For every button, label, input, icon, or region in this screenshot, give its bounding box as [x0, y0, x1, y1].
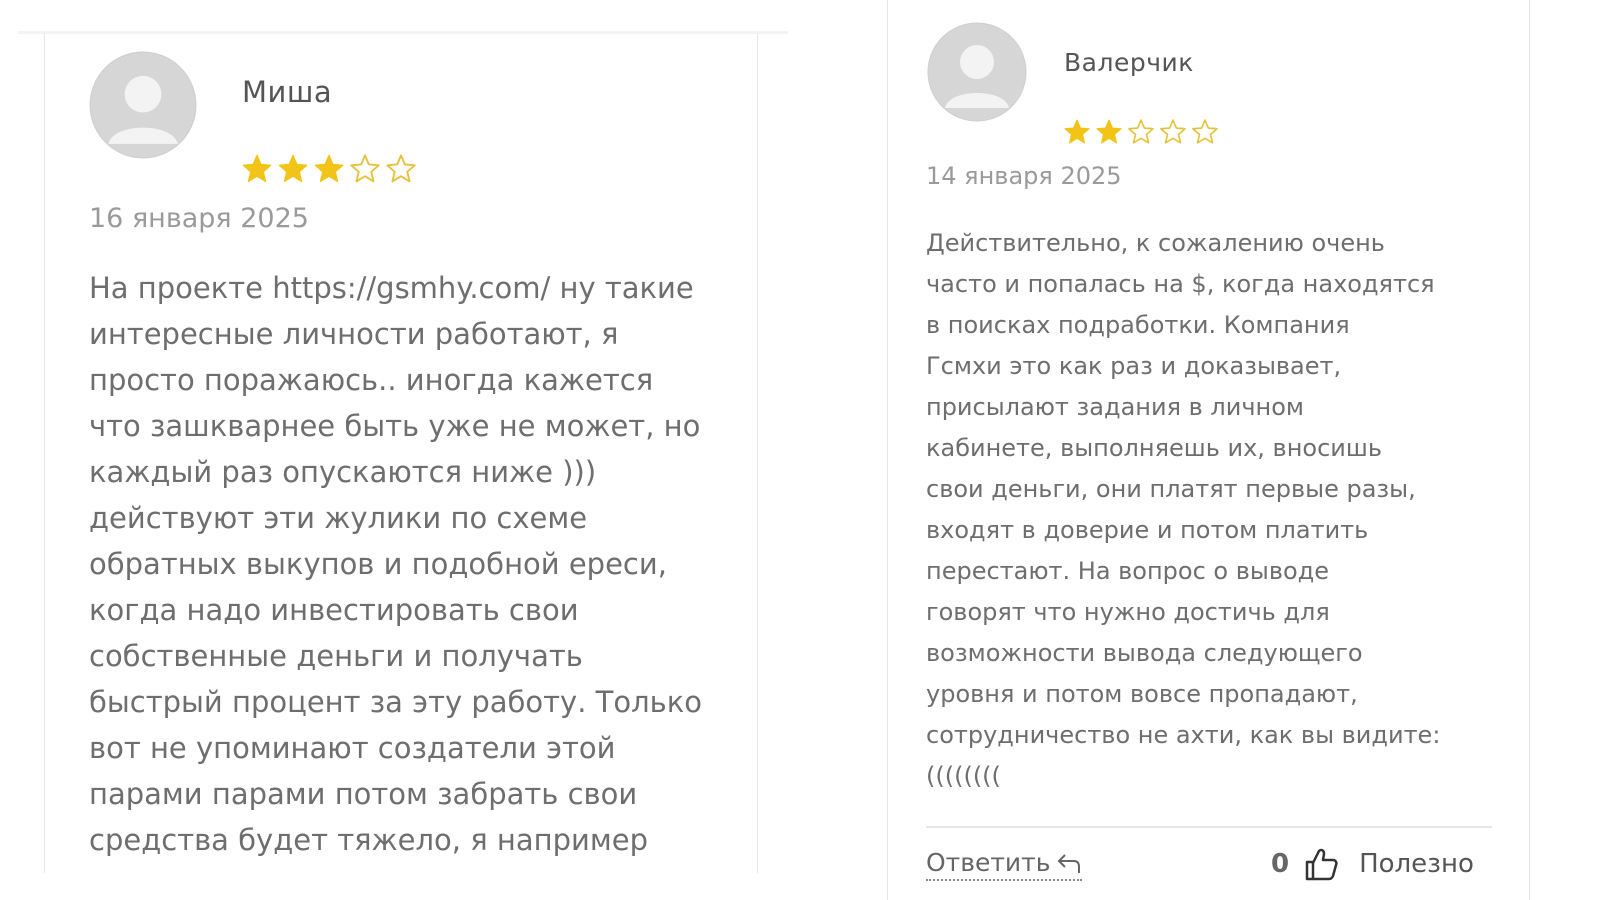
rating-stars — [1063, 118, 1219, 148]
review-date: 16 января 2025 — [89, 203, 309, 234]
review-text: На проекте https://gsmhy.com/ ну такие и… — [89, 271, 702, 857]
helpful-count: 0 — [1271, 849, 1290, 879]
rating-stars — [241, 153, 417, 187]
star-empty-icon — [1128, 119, 1154, 144]
star-filled-icon — [1096, 119, 1122, 144]
star-empty-icon — [350, 154, 380, 183]
reply-button[interactable]: Ответить — [926, 848, 1083, 881]
thumbs-up-icon[interactable] — [1303, 846, 1339, 882]
star-filled-icon — [278, 154, 308, 183]
review-card-1: Миша 16 января 2025 На проекте https://g… — [44, 33, 758, 873]
avatar-placeholder-icon — [89, 51, 197, 159]
review-footer-divider — [926, 826, 1492, 828]
star-empty-icon — [386, 154, 416, 183]
helpful-block: 0 Полезно — [1271, 846, 1474, 882]
reply-arrow-icon — [1058, 853, 1081, 873]
reply-label: Ответить — [926, 848, 1051, 877]
review-author: Миша — [242, 75, 333, 109]
review-date: 14 января 2025 — [926, 162, 1122, 190]
star-filled-icon — [1064, 119, 1090, 144]
star-filled-icon — [242, 154, 272, 183]
star-empty-icon — [1192, 119, 1218, 144]
star-filled-icon — [314, 154, 344, 183]
avatar-placeholder-icon — [927, 22, 1027, 122]
helpful-label[interactable]: Полезно — [1359, 849, 1474, 879]
star-empty-icon — [1160, 119, 1186, 144]
review-text: Действительно, к сожалению очень часто и… — [926, 229, 1441, 790]
reviews-page: Миша 16 января 2025 На проекте https://g… — [0, 0, 1600, 900]
review-card-2: Валерчик 14 января 2025 Действительно, к… — [887, 0, 1530, 900]
review-author: Валерчик — [1064, 48, 1194, 77]
